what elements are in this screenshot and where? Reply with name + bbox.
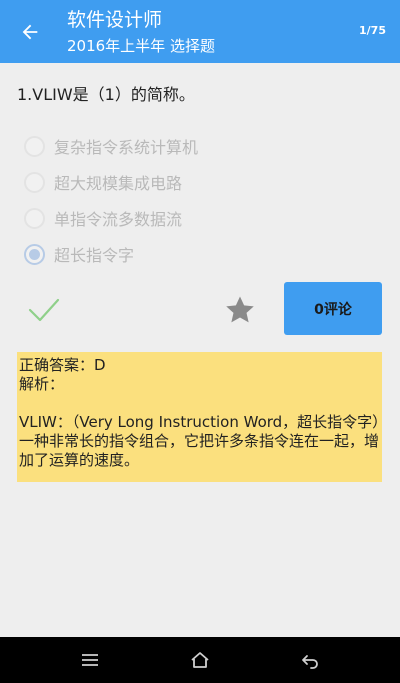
options-list: 复杂指令系统计算机 超大规模集成电路 单指令流多数据流 超长指令字 [24, 128, 384, 272]
analysis-text: VLIW：（Very Long Instruction Word，超长指令字）一… [19, 413, 380, 469]
analysis-label: 解析： [19, 375, 65, 393]
header-bar: 软件设计师 2016年上半年 选择题 1/75 [0, 0, 400, 63]
home-icon[interactable] [188, 648, 212, 672]
page-title: 软件设计师 [67, 9, 163, 31]
menu-icon[interactable] [78, 648, 102, 672]
page-subtitle: 2016年上半年 选择题 [67, 37, 215, 55]
radio-button[interactable] [24, 171, 45, 193]
comment-button[interactable]: 0评论 [284, 282, 382, 335]
option-label: 超大规模集成电路 [54, 174, 183, 193]
radio-button-selected[interactable] [24, 243, 45, 265]
back-button[interactable] [14, 16, 46, 48]
option-label: 单指令流多数据流 [54, 210, 183, 229]
option-label: 超长指令字 [54, 246, 135, 265]
radio-button[interactable] [24, 207, 45, 229]
radio-button[interactable] [24, 135, 45, 157]
system-nav-bar [0, 637, 400, 683]
question-counter: 1/75 [359, 24, 386, 37]
answer-panel: 正确答案：D 解析： VLIW：（Very Long Instruction W… [17, 352, 382, 482]
option-b[interactable]: 超大规模集成电路 [24, 164, 384, 200]
star-icon[interactable] [223, 293, 257, 327]
option-a[interactable]: 复杂指令系统计算机 [24, 128, 384, 164]
back-icon[interactable] [298, 648, 322, 672]
option-label: 复杂指令系统计算机 [54, 138, 199, 157]
option-c[interactable]: 单指令流多数据流 [24, 200, 384, 236]
check-icon[interactable] [27, 292, 61, 326]
correct-answer: 正确答案：D [19, 356, 106, 374]
app-screen: 软件设计师 2016年上半年 选择题 1/75 1.VLIW是（1）的简称。 复… [0, 0, 400, 683]
arrow-left-icon [22, 24, 38, 40]
question-text: 1.VLIW是（1）的简称。 [17, 85, 195, 104]
option-d[interactable]: 超长指令字 [24, 236, 384, 272]
